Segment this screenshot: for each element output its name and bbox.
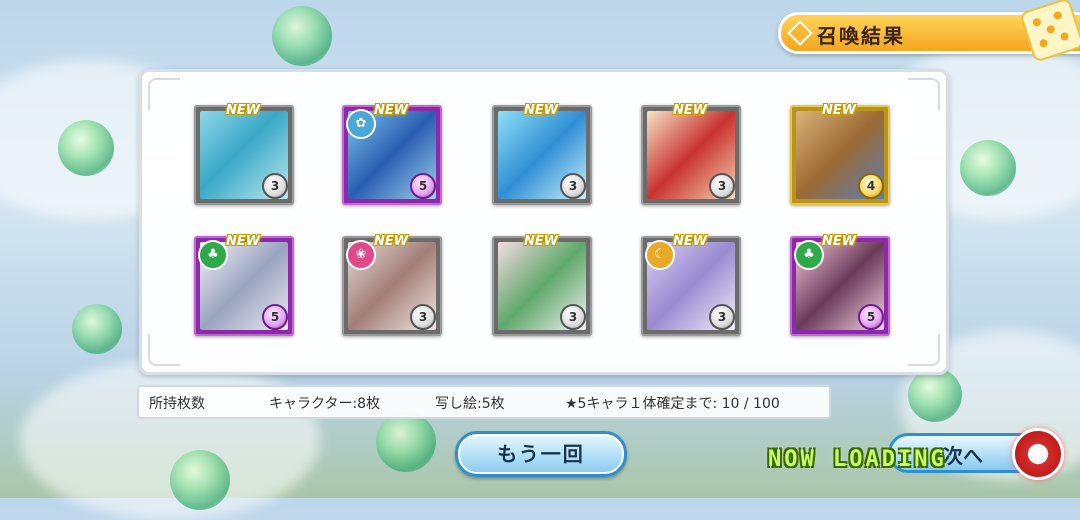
background-orb — [72, 304, 122, 354]
new-badge: NEW — [374, 234, 409, 249]
character-card[interactable]: ♣ NEW 5 — [194, 234, 294, 336]
element-icon: ♣ — [198, 240, 228, 270]
new-badge: NEW — [524, 103, 559, 118]
summon-again-button[interactable]: もう一回 — [455, 431, 627, 477]
character-card[interactable]: NEW 4 — [790, 103, 890, 205]
rarity-badge: 5 — [858, 304, 884, 330]
character-card[interactable]: NEW 3 — [492, 234, 592, 336]
loading-text: NOW LOADING — [768, 447, 947, 472]
new-badge: NEW — [374, 103, 409, 118]
rarity-badge: 3 — [262, 173, 288, 199]
character-card[interactable]: ❀ NEW 3 — [342, 234, 442, 336]
rarity-badge: 3 — [709, 173, 735, 199]
element-icon: ❀ — [346, 240, 376, 270]
element-icon: ✿ — [346, 109, 376, 139]
picture-count: 写し絵:5枚 — [435, 396, 505, 412]
rarity-badge: 4 — [858, 173, 884, 199]
character-card[interactable]: ☾ NEW 3 — [641, 234, 741, 336]
new-badge: NEW — [822, 103, 857, 118]
new-badge: NEW — [226, 234, 261, 249]
corner-ornament — [908, 334, 940, 366]
rarity-badge: 5 — [410, 173, 436, 199]
owned-count-label: 所持枚数 — [149, 396, 205, 412]
corner-ornament — [148, 334, 180, 366]
collection-info-bar: 所持枚数 キャラクター:8枚 写し絵:5枚 ★5キャラ１体確定まで: 10 / … — [137, 385, 831, 419]
rarity-badge: 3 — [709, 304, 735, 330]
background-orb — [272, 6, 332, 66]
element-icon: ♣ — [794, 240, 824, 270]
diamond-icon — [787, 20, 813, 46]
rarity-badge: 3 — [560, 304, 586, 330]
guarantee-counter: ★5キャラ１体確定まで: 10 / 100 — [565, 396, 780, 412]
character-count: キャラクター:8枚 — [269, 396, 381, 412]
new-badge: NEW — [673, 234, 708, 249]
character-card[interactable]: NEW 3 — [492, 103, 592, 205]
background-cloud — [20, 360, 320, 520]
element-icon: ☾ — [645, 240, 675, 270]
character-card[interactable]: NEW 3 — [194, 103, 294, 205]
character-card[interactable]: ♣ NEW 5 — [790, 234, 890, 336]
character-card[interactable]: ✿ NEW 5 — [342, 103, 442, 205]
new-badge: NEW — [226, 103, 261, 118]
background-orb — [170, 450, 230, 510]
rarity-badge: 5 — [262, 304, 288, 330]
corner-ornament — [148, 78, 180, 110]
background-orb — [908, 368, 962, 422]
new-badge: NEW — [673, 103, 708, 118]
background-orb — [960, 140, 1016, 196]
background-orb — [58, 120, 114, 176]
corner-ornament — [908, 78, 940, 110]
character-card[interactable]: NEW 3 — [641, 103, 741, 205]
loading-spinner-icon — [1012, 428, 1064, 480]
page-title: 召喚結果 — [817, 24, 905, 48]
summon-results-panel: NEW 3 ✿ NEW 5 NEW 3 NEW 3 NEW 4 ♣ NEW 5 ❀ NEW 3 NEW 3 ☾ NEW 3… — [139, 69, 949, 375]
background-orb — [376, 412, 436, 472]
new-badge: NEW — [822, 234, 857, 249]
new-badge: NEW — [524, 234, 559, 249]
rarity-badge: 3 — [410, 304, 436, 330]
rarity-badge: 3 — [560, 173, 586, 199]
